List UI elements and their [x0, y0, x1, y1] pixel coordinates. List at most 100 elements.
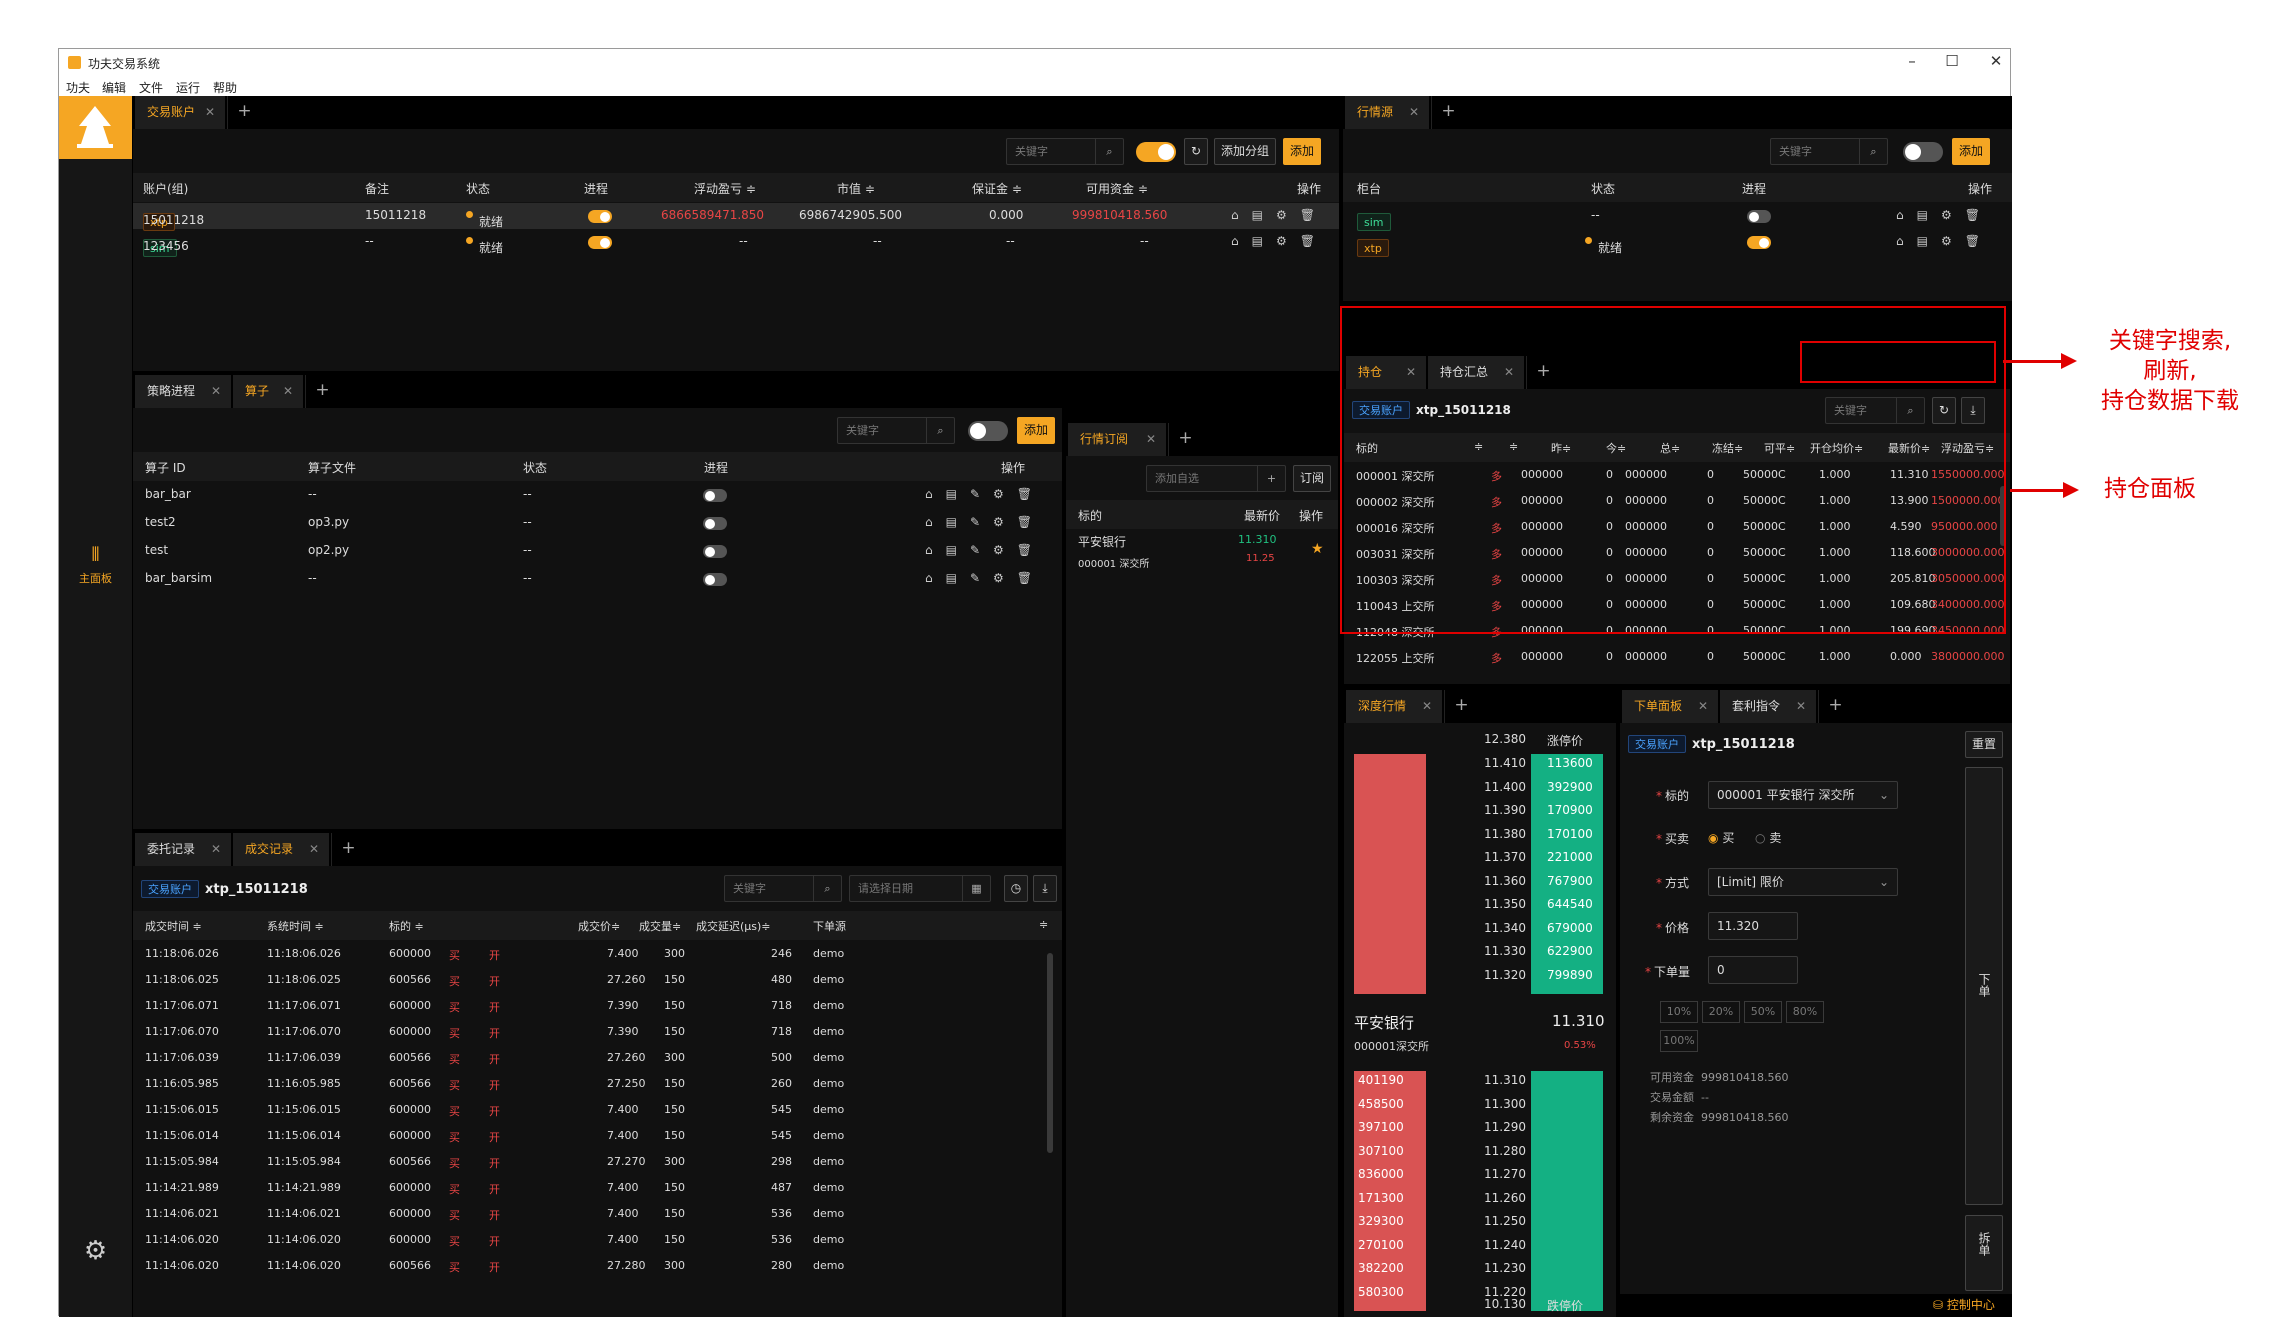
settings-icon[interactable]: ⚙	[59, 1236, 132, 1266]
close-icon[interactable]: ✕	[1981, 52, 2011, 70]
process-toggle[interactable]	[703, 545, 727, 558]
trade-row[interactable]: 11:15:05.984 11:15:05.984 600566 买开 27.270 30…	[133, 1150, 1062, 1176]
pct-100-button[interactable]: 100%	[1660, 1030, 1698, 1052]
star-icon[interactable]: ★	[1311, 541, 1324, 557]
menu-help[interactable]: 帮助	[213, 79, 237, 96]
trades-search-input[interactable]: 关键字 ⌕	[724, 875, 842, 902]
history-icon[interactable]: ◷	[1004, 875, 1028, 902]
search-icon[interactable]: ⌕	[813, 876, 841, 901]
place-order-button[interactable]: 下单	[1965, 767, 2003, 1205]
trade-row[interactable]: 11:14:21.989 11:14:21.989 600000 买开 7.400 150…	[133, 1176, 1062, 1202]
search-icon[interactable]: ⌕	[1859, 139, 1887, 164]
search-icon[interactable]: ⌕	[1095, 139, 1123, 164]
minimize-icon[interactable]: –	[1897, 52, 1927, 70]
process-toggle[interactable]	[588, 210, 612, 223]
trade-row[interactable]: 11:15:06.015 11:15:06.015 600000 买开 7.400 150…	[133, 1098, 1062, 1124]
add-operator-button[interactable]: 添加	[1017, 417, 1055, 444]
tab-depth-market[interactable]: 深度行情 ✕	[1346, 690, 1442, 723]
trade-row[interactable]: 11:14:06.020 11:14:06.020 600566 买开 27.280 30…	[133, 1254, 1062, 1280]
date-picker[interactable]: 请选择日期 ▦	[849, 875, 991, 902]
tab-arbitrage[interactable]: 套利指令 ✕	[1720, 690, 1816, 723]
sell-radio[interactable]: ○ 卖	[1755, 829, 1781, 846]
menu-edit[interactable]: 编辑	[102, 79, 126, 96]
process-toggle[interactable]	[703, 489, 727, 502]
close-tab-icon[interactable]: ✕	[1796, 690, 1806, 723]
close-tab-icon[interactable]: ✕	[1409, 96, 1419, 129]
buy-radio[interactable]: ◉ 买	[1708, 829, 1734, 846]
market-source-search-input[interactable]: 关键字 ⌕	[1770, 138, 1888, 165]
row-action-icons[interactable]: ⌂▤✎⚙🗑	[925, 487, 1045, 501]
process-toggle[interactable]	[703, 517, 727, 530]
trade-row[interactable]: 11:14:06.021 11:14:06.021 600000 买开 7.400 150…	[133, 1202, 1062, 1228]
add-tab-icon[interactable]: +	[1168, 423, 1202, 456]
position-row[interactable]: 122055 上交所多 000000 0 000000 0 50000C 1.000 0.00…	[1344, 645, 2010, 671]
tab-trade-account[interactable]: 交易账户 ✕	[135, 96, 225, 129]
process-toggle[interactable]	[588, 236, 612, 249]
table-row[interactable]: xtp 就绪 ⌂▤⚙🗑	[1343, 229, 2012, 257]
price-input[interactable]: 11.320	[1708, 912, 1798, 940]
tab-trade-records[interactable]: 成交记录 ✕	[233, 833, 329, 866]
close-tab-icon[interactable]: ✕	[1422, 690, 1432, 723]
add-market-source-button[interactable]: 添加	[1952, 138, 1990, 165]
control-center-link[interactable]: ⛁ 控制中心	[1933, 1296, 1995, 1313]
market-source-toggle[interactable]	[1903, 142, 1943, 162]
menu-run[interactable]: 运行	[176, 79, 200, 96]
maximize-icon[interactable]: ☐	[1937, 52, 1967, 70]
add-tab-icon[interactable]: +	[1818, 690, 1852, 723]
menu-file[interactable]: 文件	[139, 79, 163, 96]
tab-order-entry[interactable]: 下单面板 ✕	[1622, 690, 1718, 723]
tab-market-source[interactable]: 行情源 ✕	[1345, 96, 1429, 129]
close-tab-icon[interactable]: ✕	[309, 833, 319, 866]
operator-toggle[interactable]	[968, 421, 1008, 441]
add-tab-icon[interactable]: +	[1444, 690, 1478, 723]
subscribe-button[interactable]: 订阅	[1293, 465, 1331, 492]
pct-20-button[interactable]: 20%	[1702, 1001, 1740, 1023]
process-toggle[interactable]	[1747, 210, 1771, 223]
quantity-input[interactable]: 0	[1708, 956, 1798, 984]
operator-search-input[interactable]: 关键字 ⌕	[837, 417, 955, 444]
trade-row[interactable]: 11:18:06.026 11:18:06.026 600000 买开 7.400 300…	[133, 942, 1062, 968]
search-icon[interactable]: ⌕	[926, 418, 954, 443]
order-type-select[interactable]: [Limit] 限价 ⌄	[1708, 868, 1898, 896]
table-row[interactable]: xtp 15011218 15011218 就绪 6866589471.850 6…	[133, 203, 1339, 231]
row-action-icons[interactable]: ⌂▤✎⚙🗑	[925, 543, 1045, 557]
table-row[interactable]: bar_barsim -- -- ⌂▤✎⚙🗑	[133, 566, 1062, 592]
close-tab-icon[interactable]: ✕	[211, 375, 221, 408]
watchlist-row[interactable]: 平安银行 000001 深交所 11.310 11.25 ★	[1066, 531, 1338, 575]
add-watchlist-input[interactable]: 添加自选 +	[1146, 465, 1286, 492]
close-tab-icon[interactable]: ✕	[205, 96, 215, 129]
calendar-icon[interactable]: ▦	[962, 876, 990, 901]
row-action-icons[interactable]: ⌂▤✎⚙🗑	[925, 571, 1045, 585]
row-action-icons[interactable]: ⌂▤⚙🗑	[1231, 208, 1328, 222]
table-row[interactable]: test2 op3.py -- ⌂▤✎⚙🗑	[133, 510, 1062, 536]
add-tab-icon[interactable]: +	[1431, 96, 1465, 129]
account-search-input[interactable]: 关键字 ⌕	[1006, 138, 1124, 165]
close-tab-icon[interactable]: ✕	[211, 833, 221, 866]
instrument-select[interactable]: 000001 平安银行 深交所 ⌄	[1708, 781, 1898, 809]
scrollbar[interactable]	[1047, 953, 1053, 1153]
menu-kungfu[interactable]: 功夫	[66, 79, 90, 96]
row-action-icons[interactable]: ⌂▤⚙🗑	[1896, 208, 1993, 222]
table-row[interactable]: sim -- ⌂▤⚙🗑	[1343, 203, 2012, 231]
trade-row[interactable]: 11:14:06.020 11:14:06.020 600000 买开 7.400 150…	[133, 1228, 1062, 1254]
row-action-icons[interactable]: ⌂▤✎⚙🗑	[925, 515, 1045, 529]
reset-button[interactable]: 重置	[1965, 731, 2003, 758]
trade-row[interactable]: 11:16:05.985 11:16:05.985 600566 买开 27.250 15…	[133, 1072, 1062, 1098]
tab-order-records[interactable]: 委托记录 ✕	[135, 833, 231, 866]
refresh-icon[interactable]: ↻	[1184, 138, 1208, 165]
close-tab-icon[interactable]: ✕	[1146, 423, 1156, 456]
trade-row[interactable]: 11:15:06.014 11:15:06.014 600000 买开 7.400 150…	[133, 1124, 1062, 1150]
tab-operator[interactable]: 算子 ✕	[233, 375, 303, 408]
tab-market-subscribe[interactable]: 行情订阅 ✕	[1068, 423, 1166, 456]
split-order-button[interactable]: 拆单	[1965, 1215, 2003, 1291]
add-account-button[interactable]: 添加	[1283, 138, 1321, 165]
close-tab-icon[interactable]: ✕	[283, 375, 293, 408]
pct-80-button[interactable]: 80%	[1786, 1001, 1824, 1023]
add-tab-icon[interactable]: +	[305, 375, 339, 408]
pct-10-button[interactable]: 10%	[1660, 1001, 1698, 1023]
pct-50-button[interactable]: 50%	[1744, 1001, 1782, 1023]
close-tab-icon[interactable]: ✕	[1698, 690, 1708, 723]
trade-row[interactable]: 11:17:06.071 11:17:06.071 600000 买开 7.390 150…	[133, 994, 1062, 1020]
row-action-icons[interactable]: ⌂▤⚙🗑	[1231, 234, 1328, 248]
table-row[interactable]: bar_bar -- -- ⌂▤✎⚙🗑	[133, 482, 1062, 508]
